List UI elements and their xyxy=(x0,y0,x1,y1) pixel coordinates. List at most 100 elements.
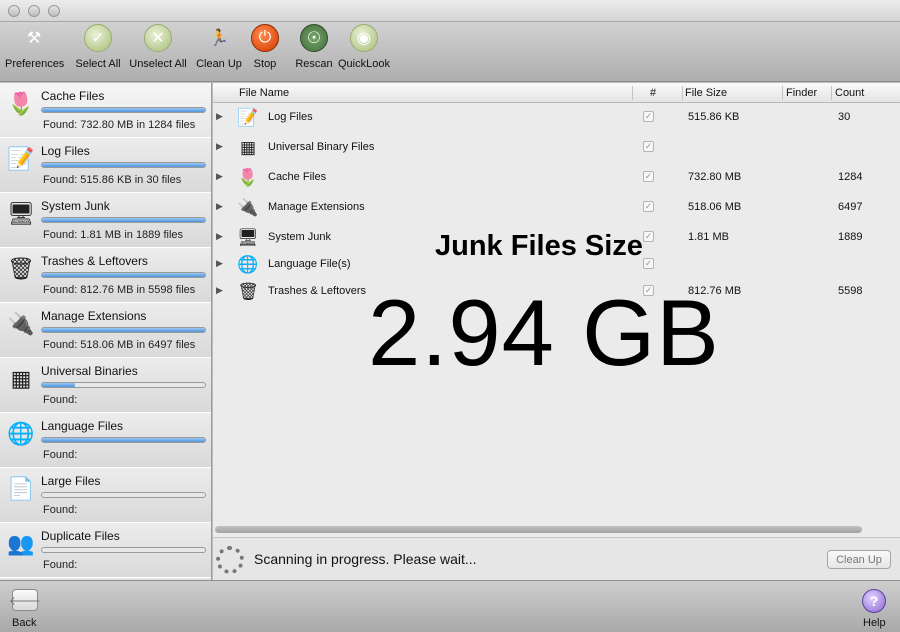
quicklook-button[interactable]: ◉ QuickLook xyxy=(337,24,391,70)
column-header-count[interactable]: Count xyxy=(835,87,864,99)
row-checkbox[interactable]: ✓ xyxy=(643,111,654,122)
sidebar-item-found: Found: xyxy=(43,394,78,406)
cache-icon: 🌷 xyxy=(237,168,259,187)
column-divider[interactable] xyxy=(782,86,783,100)
sidebar-item-title: Log Files xyxy=(41,144,90,158)
select-all-label: Select All xyxy=(75,58,121,70)
progress-fill xyxy=(42,438,205,442)
table-row[interactable]: ▶ ▦ Universal Binary Files ✓ xyxy=(213,133,900,163)
sidebar-item-manage-extensions[interactable]: 🔌 Manage Extensions Found: 518.06 MB in … xyxy=(0,303,211,358)
column-header-check[interactable]: # xyxy=(650,87,656,99)
row-count: 1889 xyxy=(838,231,863,243)
table-row[interactable]: ▶ 🔌 Manage Extensions ✓ 518.06 MB 6497 xyxy=(213,193,900,223)
back-button[interactable]: 🡐 xyxy=(9,589,41,611)
column-divider[interactable] xyxy=(682,86,683,100)
sidebar-item-found: Found: 515.86 KB in 30 files xyxy=(43,174,182,186)
junk-size-title: Junk Files Size xyxy=(435,230,643,262)
sidebar-progress-bar xyxy=(41,437,206,443)
rescan-button[interactable]: ☉ Rescan xyxy=(295,24,333,70)
row-checkbox[interactable]: ✓ xyxy=(643,258,654,269)
column-divider[interactable] xyxy=(632,86,633,100)
title-bar xyxy=(0,0,900,22)
row-name: Cache Files xyxy=(268,171,327,183)
trash-icon: 🗑 xyxy=(237,282,259,301)
sidebar-progress-bar xyxy=(41,382,206,388)
sidebar-item-found: Found: 518.06 MB in 6497 files xyxy=(43,339,196,351)
question-mark-icon: ? xyxy=(869,593,879,609)
table-row[interactable]: ▶ 🌷 Cache Files ✓ 732.80 MB 1284 xyxy=(213,163,900,193)
disclosure-triangle-icon[interactable]: ▶ xyxy=(216,285,223,296)
column-header-file-name[interactable]: File Name xyxy=(239,87,289,99)
disclosure-triangle-icon[interactable]: ▶ xyxy=(216,258,223,269)
toolbar: ⚒ Preferences ✓ Select All ✕ Unselect Al… xyxy=(0,22,900,82)
sidebar-item-found: Found: 1.81 MB in 1889 files xyxy=(43,229,184,241)
column-header-finder[interactable]: Finder xyxy=(786,87,817,99)
row-name: System Junk xyxy=(268,231,331,243)
stop-button[interactable]: ⏻ Stop xyxy=(251,24,279,70)
progress-fill xyxy=(42,108,205,112)
row-size: 515.86 KB xyxy=(688,111,740,123)
sidebar-item-log-files[interactable]: 📝 Log Files Found: 515.86 KB in 30 files xyxy=(0,138,211,193)
people-icon: 👥 xyxy=(7,531,35,556)
table-row[interactable]: ▶ 📝 Log Files ✓ 515.86 KB 30 xyxy=(213,103,900,133)
zoom-window-button[interactable] xyxy=(48,5,60,17)
sidebar-item-duplicate-files[interactable]: 👥 Duplicate Files Found: xyxy=(0,523,211,578)
globe-icon: 🌐 xyxy=(7,421,35,446)
disclosure-triangle-icon[interactable]: ▶ xyxy=(216,141,223,152)
globe-icon: 🌐 xyxy=(237,255,259,274)
row-checkbox[interactable]: ✓ xyxy=(643,201,654,212)
sidebar-item-trashes-leftovers[interactable]: 🗑 Trashes & Leftovers Found: 812.76 MB i… xyxy=(0,248,211,303)
stop-label: Stop xyxy=(253,58,277,70)
progress-fill xyxy=(42,218,205,222)
disclosure-triangle-icon[interactable]: ▶ xyxy=(216,111,223,122)
results-panel: File Name # File Size Finder Count ▶ 📝 L… xyxy=(213,83,900,537)
row-checkbox[interactable]: ✓ xyxy=(643,141,654,152)
log-icon: 📝 xyxy=(7,146,35,171)
preferences-button[interactable]: ⚒ Preferences xyxy=(5,24,64,70)
sidebar-progress-bar xyxy=(41,162,206,168)
row-checkbox[interactable]: ✓ xyxy=(643,171,654,182)
row-size: 518.06 MB xyxy=(688,201,742,213)
sidebar-item-universal-binaries[interactable]: ▦ Universal Binaries Found: xyxy=(0,358,211,413)
column-header-file-size[interactable]: File Size xyxy=(685,87,727,99)
table-header: File Name # File Size Finder Count xyxy=(213,83,900,103)
minimize-window-button[interactable] xyxy=(28,5,40,17)
select-all-button[interactable]: ✓ Select All xyxy=(73,24,123,70)
row-name: Universal Binary Files xyxy=(268,141,375,153)
sidebar-item-title: Universal Binaries xyxy=(41,364,138,378)
sidebar-item-found: Found: 732.80 MB in 1284 files xyxy=(43,119,196,131)
status-bar: Scanning in progress. Please wait... Cle… xyxy=(213,537,900,580)
progress-fill xyxy=(42,163,205,167)
disclosure-triangle-icon[interactable]: ▶ xyxy=(216,171,223,182)
sidebar-item-system-junk[interactable]: 🖥 System Junk Found: 1.81 MB in 1889 fil… xyxy=(0,193,211,248)
close-window-button[interactable] xyxy=(8,5,20,17)
row-checkbox[interactable]: ✓ xyxy=(643,231,654,242)
row-size: 1.81 MB xyxy=(688,231,729,243)
sidebar-progress-bar xyxy=(41,327,206,333)
help-label: Help xyxy=(863,617,886,629)
sidebar-progress-bar xyxy=(41,547,206,553)
horizontal-scrollbar[interactable] xyxy=(215,526,862,533)
column-divider[interactable] xyxy=(831,86,832,100)
sidebar-item-language-files[interactable]: 🌐 Language Files Found: xyxy=(0,413,211,468)
sidebar-progress-bar xyxy=(41,217,206,223)
progress-fill xyxy=(42,383,75,387)
disclosure-triangle-icon[interactable]: ▶ xyxy=(216,201,223,212)
sidebar-item-title: System Junk xyxy=(41,199,110,213)
log-icon: 📝 xyxy=(237,108,259,127)
sidebar-item-large-files[interactable]: 📄 Large Files Found: xyxy=(0,468,211,523)
clean-up-toolbar-button[interactable]: 🏃 Clean Up xyxy=(195,24,243,70)
sidebar-item-found: Found: xyxy=(43,559,78,571)
clean-up-button[interactable]: Clean Up xyxy=(827,550,891,569)
monitor-icon: 🖥 xyxy=(237,228,259,247)
sidebar-progress-bar xyxy=(41,107,206,113)
row-count: 30 xyxy=(838,111,851,123)
unselect-all-button[interactable]: ✕ Unselect All xyxy=(128,24,188,70)
disclosure-triangle-icon[interactable]: ▶ xyxy=(216,231,223,242)
progress-fill xyxy=(42,328,205,332)
checkmark-icon: ✓ xyxy=(84,24,112,52)
scan-status-text: Scanning in progress. Please wait... xyxy=(254,551,477,567)
eye-icon: ◉ xyxy=(350,24,378,52)
help-button[interactable]: ? xyxy=(862,589,886,613)
sidebar-item-cache-files[interactable]: 🌷 Cache Files Found: 732.80 MB in 1284 f… xyxy=(0,83,211,138)
